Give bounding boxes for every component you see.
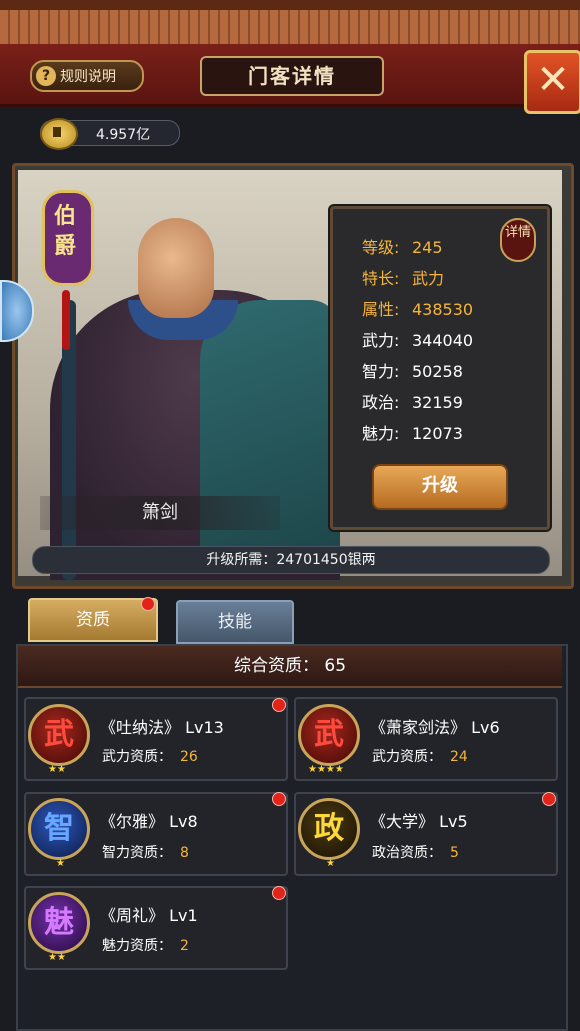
star-rating: ★★ <box>48 952 66 963</box>
stat-label: 智力: <box>362 362 400 381</box>
notification-dot <box>272 792 286 806</box>
stat-value: 344040 <box>412 331 474 350</box>
rules-label: 规则说明 <box>60 69 116 85</box>
attribute-value: 2 <box>180 938 189 954</box>
book-name: 《吐纳法》 Lv13 <box>100 718 224 737</box>
stat-charm: 魅力: 12073 <box>362 420 463 444</box>
attribute-label: 魅力资质： <box>102 938 172 954</box>
attribute-label: 政治资质： <box>372 845 442 861</box>
roof-cap <box>0 0 580 10</box>
close-button[interactable]: ✕ <box>524 50 580 114</box>
coin-hole <box>53 127 61 137</box>
star-rating: ★ <box>56 858 65 869</box>
book-name: 《周礼》 Lv1 <box>100 906 198 925</box>
attribute-label: 武力资质： <box>102 749 172 765</box>
book-attribute: 武力资质： 24 <box>372 746 468 766</box>
detail-button[interactable]: 详情 <box>500 218 536 262</box>
book-name: 《萧家剑法》 Lv6 <box>370 718 500 737</box>
tassel-icon <box>62 290 70 350</box>
attribute-label: 智力资质： <box>102 845 172 861</box>
silver-amount: 4.957亿 <box>96 127 151 143</box>
tab-skills[interactable]: 技能 <box>176 600 294 644</box>
star-rating: ★★ <box>48 764 66 775</box>
hero-head <box>138 218 214 318</box>
book-attribute: 武力资质： 26 <box>102 746 198 766</box>
politics-icon: 政 <box>298 798 360 860</box>
attribute-value: 26 <box>180 749 198 765</box>
book-name: 《大学》 Lv5 <box>370 812 468 831</box>
attribute-value: 8 <box>180 845 189 861</box>
force-icon: 武 <box>28 704 90 766</box>
stat-value: 32159 <box>412 393 463 412</box>
stat-label: 等级: <box>362 238 400 257</box>
attribute-label: 武力资质： <box>372 749 442 765</box>
book-name: 《尔雅》 Lv8 <box>100 812 198 831</box>
stat-label: 政治: <box>362 393 400 412</box>
stat-politics: 政治: 32159 <box>362 389 463 413</box>
attribute-value: 5 <box>450 845 459 861</box>
total-aptitude: 综合资质： 65 <box>18 646 562 688</box>
stat-label: 魅力: <box>362 424 400 443</box>
book-attribute: 魅力资质： 2 <box>102 935 189 955</box>
stat-value: 438530 <box>412 300 474 319</box>
intellect-icon: 智 <box>28 798 90 860</box>
tab-aptitude[interactable]: 资质 <box>28 598 158 642</box>
notification-dot <box>272 698 286 712</box>
stat-force: 武力: 344040 <box>362 327 473 351</box>
charm-icon: 魅 <box>28 892 90 954</box>
force-icon: 武 <box>298 704 360 766</box>
notification-dot <box>542 792 556 806</box>
stat-label: 武力: <box>362 331 400 350</box>
stat-value: 50258 <box>412 362 463 381</box>
stat-attribute: 属性: 438530 <box>362 296 473 320</box>
book-attribute: 智力资质： 8 <box>102 842 189 862</box>
stat-label: 属性: <box>362 300 400 319</box>
stat-label: 特长: <box>362 269 400 288</box>
rules-button[interactable]: ? 规则说明 <box>30 60 144 92</box>
stat-specialty: 特长: 武力 <box>362 265 444 289</box>
rank-title: 伯爵 <box>53 204 76 259</box>
upgrade-button[interactable]: 升级 <box>372 464 508 510</box>
hero-name: 箫剑 <box>40 496 280 530</box>
upgrade-cost: 升级所需：24701450银两 <box>32 546 550 574</box>
star-rating: ★ <box>326 858 335 869</box>
stat-level: 等级: 245 <box>362 234 443 258</box>
notification-dot <box>141 597 155 611</box>
stat-intellect: 智力: 50258 <box>362 358 463 382</box>
star-rating: ★★★★ <box>308 764 344 775</box>
stat-value: 12073 <box>412 424 463 443</box>
stat-value: 武力 <box>412 269 445 288</box>
question-icon: ? <box>36 66 56 86</box>
attribute-value: 24 <box>450 749 468 765</box>
stat-value: 245 <box>412 238 443 257</box>
notification-dot <box>272 886 286 900</box>
book-attribute: 政治资质： 5 <box>372 842 459 862</box>
page-title: 门客详情 <box>200 56 384 96</box>
